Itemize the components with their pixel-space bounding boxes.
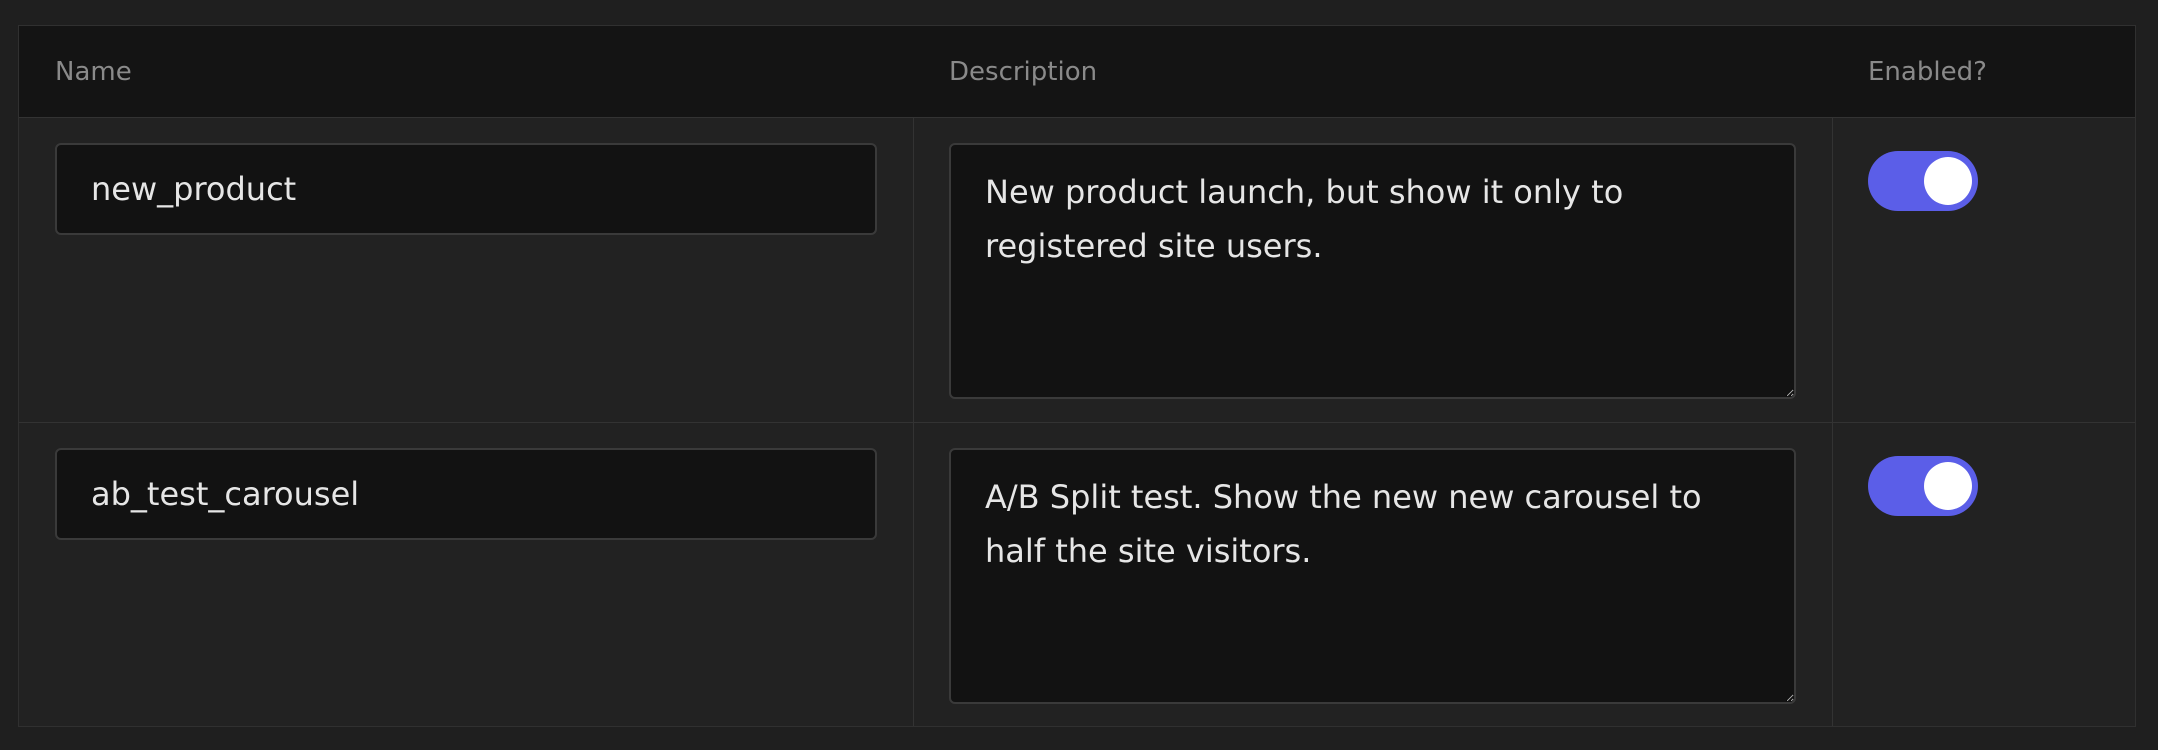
feature-flags-table: Name Description Enabled? New product la… bbox=[18, 25, 2136, 727]
toggle-knob bbox=[1924, 462, 1972, 510]
description-textarea[interactable]: New product launch, but show it only to … bbox=[949, 143, 1796, 399]
enabled-toggle[interactable] bbox=[1868, 151, 1978, 211]
description-textarea[interactable]: A/B Split test. Show the new new carouse… bbox=[949, 448, 1796, 704]
name-input[interactable] bbox=[55, 448, 877, 540]
column-header-name: Name bbox=[55, 57, 132, 87]
column-header-description: Description bbox=[949, 57, 1098, 87]
name-input[interactable] bbox=[55, 143, 877, 235]
toggle-knob bbox=[1924, 157, 1972, 205]
enabled-toggle[interactable] bbox=[1868, 456, 1978, 516]
column-header-enabled: Enabled? bbox=[1868, 57, 1987, 87]
table-row: New product launch, but show it only to … bbox=[19, 118, 2135, 423]
table-header-row: Name Description Enabled? bbox=[19, 26, 2135, 118]
table-row: A/B Split test. Show the new new carouse… bbox=[19, 423, 2135, 728]
